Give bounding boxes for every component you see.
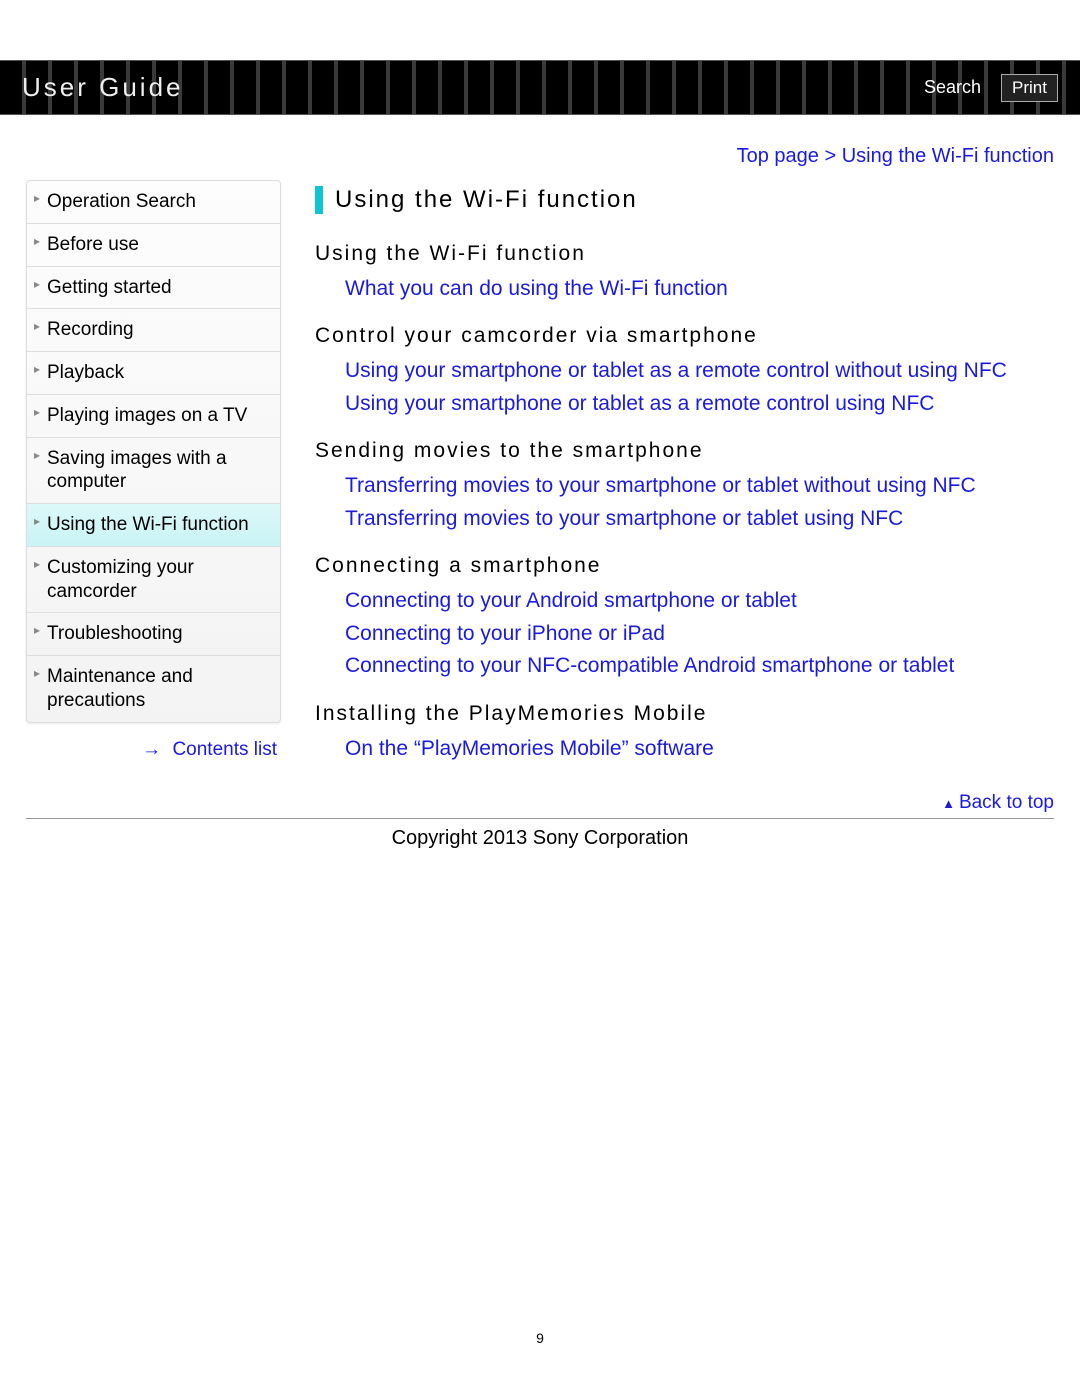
main-content: Using the Wi-Fi function Using the Wi-Fi… [281, 180, 1054, 766]
content-link[interactable]: Transferring movies to your smartphone o… [345, 504, 1054, 534]
section-links: What you can do using the Wi-Fi function [315, 274, 1054, 304]
contents-list-row: → Contents list [26, 723, 281, 761]
breadcrumb[interactable]: Top page > Using the Wi-Fi function [0, 115, 1080, 180]
content-link[interactable]: Transferring movies to your smartphone o… [345, 471, 1054, 501]
section-heading: Connecting a smartphone [315, 554, 1054, 578]
section-heading: Control your camcorder via smartphone [315, 324, 1054, 348]
sidebar-nav: Operation SearchBefore useGetting starte… [26, 180, 281, 723]
sidebar-item[interactable]: Getting started [27, 267, 280, 310]
content-link[interactable]: Using your smartphone or tablet as a rem… [345, 356, 1054, 386]
section-heading: Sending movies to the smartphone [315, 439, 1054, 463]
sidebar-item[interactable]: Recording [27, 309, 280, 352]
sidebar-item[interactable]: Before use [27, 224, 280, 267]
content-link[interactable]: Connecting to your Android smartphone or… [345, 586, 1054, 616]
section-heading: Installing the PlayMemories Mobile [315, 702, 1054, 726]
app-title: User Guide [22, 72, 184, 103]
back-to-top-row: ▲ Back to top [0, 766, 1080, 816]
header-actions: Search Print [924, 74, 1058, 102]
sidebar-item[interactable]: Maintenance and precautions [27, 656, 280, 722]
arrow-right-icon: → [142, 739, 161, 760]
print-button[interactable]: Print [1001, 74, 1058, 102]
page-title: Using the Wi-Fi function [315, 186, 1054, 214]
sidebar-item[interactable]: Using the Wi-Fi function [27, 504, 280, 547]
content-link[interactable]: What you can do using the Wi-Fi function [345, 274, 1054, 304]
content-link[interactable]: Using your smartphone or tablet as a rem… [345, 389, 1054, 419]
header-bar: User Guide Search Print [0, 60, 1080, 115]
search-link[interactable]: Search [924, 77, 981, 98]
copyright-text: Copyright 2013 Sony Corporation [0, 821, 1080, 850]
sidebar-item[interactable]: Customizing your camcorder [27, 547, 280, 614]
sidebar-item[interactable]: Playback [27, 352, 280, 395]
section-links: Transferring movies to your smartphone o… [315, 471, 1054, 534]
section-links: On the “PlayMemories Mobile” software [315, 734, 1054, 764]
back-to-top-label: Back to top [959, 792, 1054, 813]
footer-rule [26, 818, 1054, 819]
sidebar-item[interactable]: Saving images with a computer [27, 438, 280, 505]
sidebar-item[interactable]: Operation Search [27, 181, 280, 224]
up-triangle-icon: ▲ [942, 796, 955, 811]
sidebar: Operation SearchBefore useGetting starte… [26, 180, 281, 766]
content-link[interactable]: On the “PlayMemories Mobile” software [345, 734, 1054, 764]
back-to-top-link[interactable]: ▲ Back to top [942, 792, 1054, 813]
contents-list-link[interactable]: Contents list [172, 739, 277, 760]
content-link[interactable]: Connecting to your iPhone or iPad [345, 619, 1054, 649]
sidebar-item[interactable]: Troubleshooting [27, 613, 280, 656]
section-heading: Using the Wi-Fi function [315, 242, 1054, 266]
content-link[interactable]: Connecting to your NFC-compatible Androi… [345, 651, 1054, 681]
section-links: Connecting to your Android smartphone or… [315, 586, 1054, 681]
section-links: Using your smartphone or tablet as a rem… [315, 356, 1054, 419]
page-number: 9 [0, 1330, 1080, 1346]
sidebar-item[interactable]: Playing images on a TV [27, 395, 280, 438]
